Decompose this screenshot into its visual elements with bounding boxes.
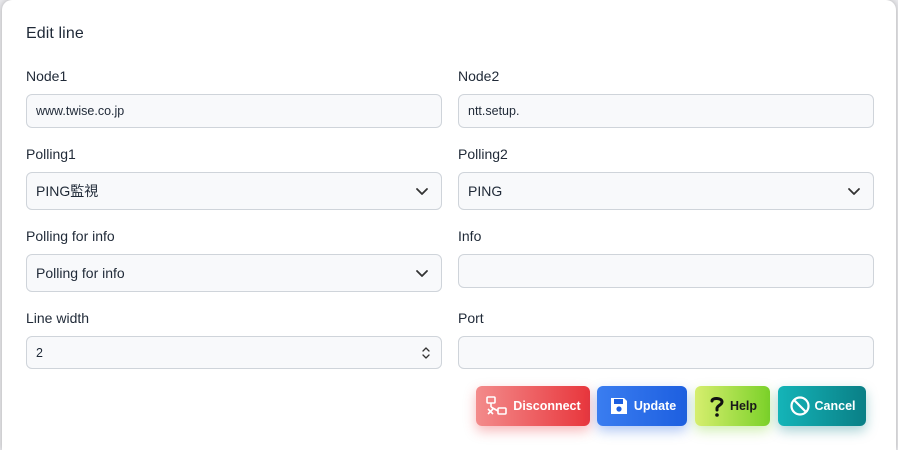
number-stepper-icon[interactable] xyxy=(421,345,431,361)
help-label: Help xyxy=(729,399,758,413)
chevron-down-icon xyxy=(416,270,428,277)
node1-label: Node1 xyxy=(26,68,68,84)
info-input[interactable] xyxy=(458,254,874,288)
polling-info-select[interactable]: Polling for info xyxy=(26,254,442,292)
dialog-title: Edit line xyxy=(26,25,84,42)
help-button[interactable]: Help xyxy=(695,386,770,426)
chevron-down-icon xyxy=(848,188,860,195)
disconnect-label: Disconnect xyxy=(513,399,581,413)
ban-icon xyxy=(789,395,811,417)
network-disconnect-icon xyxy=(485,394,509,418)
node1-value: www.twise.co.jp xyxy=(36,104,125,118)
update-label: Update xyxy=(633,399,677,413)
polling-info-value: Polling for info xyxy=(36,265,125,281)
node2-value: ntt.setup. xyxy=(468,104,520,118)
polling1-select[interactable]: PING監視 xyxy=(26,172,442,210)
polling2-value: PING xyxy=(468,183,503,199)
line-width-label: Line width xyxy=(26,310,90,326)
edit-line-dialog: Edit line Node1 www.twise.co.jp Node2 nt… xyxy=(2,0,896,450)
info-label: Info xyxy=(458,228,482,244)
node1-input[interactable]: www.twise.co.jp xyxy=(26,94,442,128)
node2-input[interactable]: ntt.setup. xyxy=(458,94,874,128)
line-width-input[interactable]: 2 xyxy=(26,336,442,369)
port-label: Port xyxy=(458,310,484,326)
polling2-label: Polling2 xyxy=(458,146,508,162)
disconnect-button[interactable]: Disconnect xyxy=(476,386,590,426)
polling1-label: Polling1 xyxy=(26,146,76,162)
polling2-select[interactable]: PING xyxy=(458,172,874,210)
cancel-label: Cancel xyxy=(814,399,856,413)
polling-info-label: Polling for info xyxy=(26,228,115,244)
question-mark-icon xyxy=(708,394,726,418)
chevron-down-icon xyxy=(416,188,428,195)
update-button[interactable]: Update xyxy=(597,386,687,426)
node2-label: Node2 xyxy=(458,68,500,84)
polling1-value: PING監視 xyxy=(36,183,99,199)
port-input[interactable] xyxy=(458,336,874,369)
floppy-disk-icon xyxy=(608,395,630,417)
line-width-value: 2 xyxy=(36,345,43,360)
cancel-button[interactable]: Cancel xyxy=(778,386,866,426)
